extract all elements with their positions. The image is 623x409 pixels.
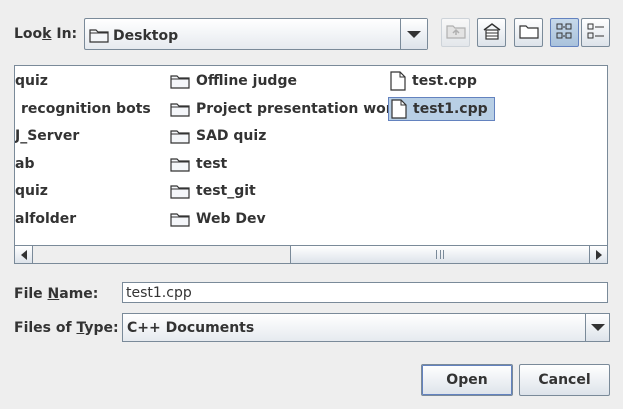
file-name-input[interactable] (122, 282, 608, 303)
file-icon (391, 99, 407, 119)
file-name-label: File Name: (14, 286, 98, 302)
details-view-button[interactable] (581, 18, 610, 47)
file-name: test_git (196, 183, 256, 199)
folder-icon (170, 101, 190, 117)
file-name-label-suffix: ame: (59, 286, 99, 302)
file-name: J_Server (15, 128, 80, 144)
list-item[interactable]: quiz (15, 70, 48, 92)
cancel-button[interactable]: Cancel (519, 364, 610, 396)
file-type-label-suffix: ype: (84, 320, 119, 336)
folder-icon (170, 183, 190, 199)
look-in-label-suffix: In: (51, 26, 78, 42)
file-name: SAD quiz (196, 128, 267, 144)
up-folder-button[interactable] (441, 18, 470, 47)
home-icon (482, 22, 502, 44)
chevron-down-icon (407, 30, 421, 38)
file-name: test.cpp (412, 73, 477, 89)
list-item[interactable]: test.cpp (390, 70, 477, 92)
file-type-label: Files of Type: (14, 320, 119, 336)
look-in-combo[interactable]: Desktop (84, 18, 428, 50)
file-name: quiz (15, 73, 48, 89)
folder-icon (89, 27, 109, 43)
list-item[interactable]: SAD quiz (170, 125, 266, 147)
list-item[interactable]: alfolder (15, 208, 76, 230)
file-name: ab (15, 156, 35, 172)
chevron-left-icon (20, 249, 27, 260)
file-type-dropdown-arrow[interactable] (585, 314, 609, 341)
list-view-button[interactable] (550, 18, 579, 47)
folder-icon (170, 211, 190, 227)
new-folder-icon (518, 23, 539, 43)
file-name: Web Dev (196, 211, 266, 227)
details-view-icon (586, 22, 606, 44)
list-item[interactable]: Offline judge (170, 70, 297, 92)
scroll-left-button[interactable] (15, 246, 33, 263)
file-name: test1.cpp (413, 101, 488, 117)
look-in-value: Desktop (113, 28, 179, 44)
open-button[interactable]: Open (421, 364, 513, 396)
list-item[interactable]: Project presentation workd (170, 98, 412, 120)
up-folder-icon (445, 23, 466, 43)
file-type-combo[interactable]: C++ Documents (122, 313, 610, 342)
scrollbar-thumb[interactable] (290, 246, 590, 263)
file-icon (390, 71, 406, 91)
folder-icon (170, 156, 190, 172)
look-in-label-prefix: Loo (14, 26, 43, 42)
file-name: Offline judge (196, 73, 297, 89)
file-name: alfolder (15, 211, 77, 227)
list-item[interactable]: Web Dev (170, 208, 266, 230)
file-name: test (196, 156, 228, 172)
chevron-right-icon (595, 249, 602, 260)
file-type-value: C++ Documents (127, 320, 255, 336)
file-name: recognition bots (21, 101, 151, 117)
list-item[interactable]: test (170, 153, 227, 175)
home-button[interactable] (477, 18, 506, 47)
list-item[interactable]: ab (15, 153, 34, 175)
file-type-label-prefix: Files of (14, 320, 77, 336)
list-item-selected[interactable]: test1.cpp (388, 97, 495, 121)
file-list[interactable]: quiz recognition bots J_Server ab quiz a… (14, 65, 608, 264)
look-in-dropdown-arrow[interactable] (400, 19, 427, 49)
list-item[interactable]: quiz (15, 180, 48, 202)
horizontal-scrollbar[interactable] (15, 245, 607, 263)
list-item[interactable]: J_Server (15, 125, 79, 147)
look-in-label: Look In: (14, 26, 77, 42)
folder-icon (170, 73, 190, 89)
list-view-icon (555, 22, 575, 44)
folder-icon (170, 128, 190, 144)
new-folder-button[interactable] (514, 18, 543, 47)
file-name: Project presentation workd (196, 101, 413, 117)
grip-icon (436, 250, 444, 259)
list-item[interactable]: recognition bots (21, 98, 151, 120)
file-name-label-mnemonic: N (47, 286, 60, 302)
file-name-label-prefix: File (14, 286, 48, 302)
scroll-right-button[interactable] (589, 246, 607, 263)
file-name: quiz (15, 183, 48, 199)
list-item[interactable]: test_git (170, 180, 256, 202)
chevron-down-icon (590, 324, 605, 331)
